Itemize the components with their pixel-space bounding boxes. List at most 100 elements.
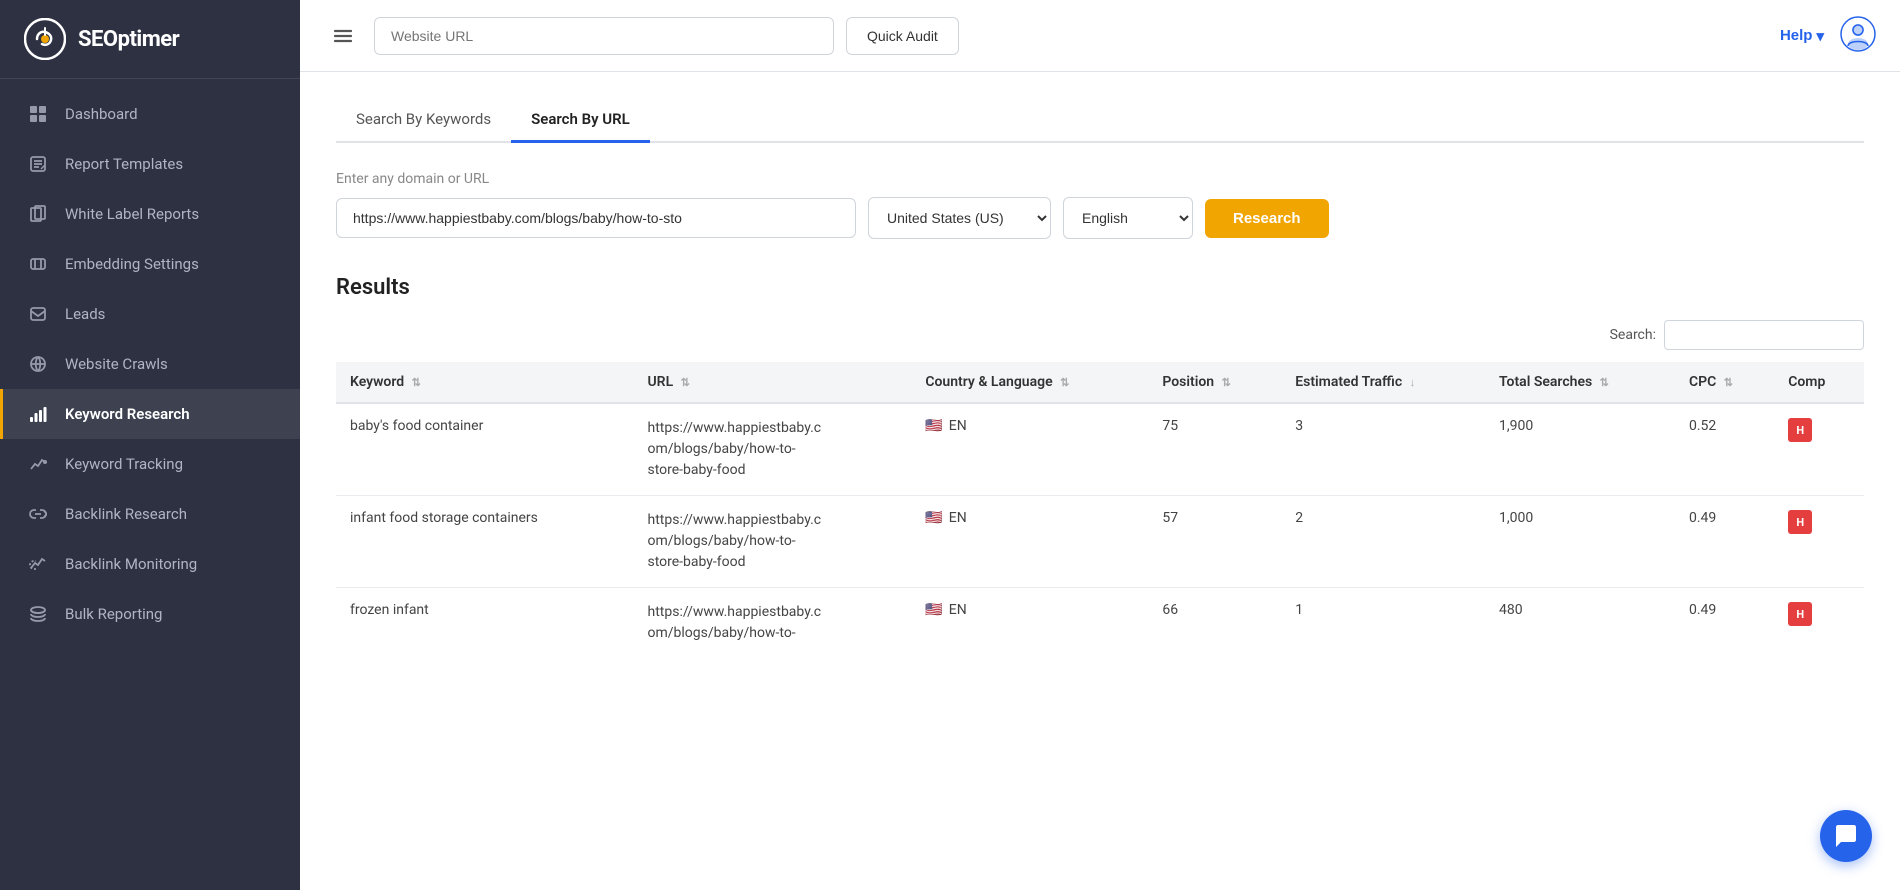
flag-icon-row0: 🇺🇸 — [925, 418, 942, 434]
cell-cpc: 0.52 — [1675, 403, 1774, 496]
topbar-url-input[interactable] — [374, 17, 834, 55]
col-header-cpc[interactable]: CPC ⇅ — [1675, 362, 1774, 403]
cell-country-language: 🇺🇸 EN — [911, 496, 1148, 588]
flag-icon-row1: 🇺🇸 — [925, 510, 942, 526]
table-search-input[interactable] — [1664, 320, 1864, 350]
sidebar-item-dashboard[interactable]: Dashboard — [0, 89, 300, 139]
tab-search-by-url[interactable]: Search By URL — [511, 100, 650, 143]
cell-total-searches: 1,900 — [1485, 403, 1675, 496]
dashboard-icon — [27, 103, 49, 125]
table-search-label: Search: — [1610, 327, 1656, 343]
quick-audit-button[interactable]: Quick Audit — [846, 17, 959, 55]
col-header-estimated-traffic[interactable]: Estimated Traffic ↓ — [1281, 362, 1485, 403]
research-button[interactable]: Research — [1205, 199, 1329, 238]
sort-icon-searches: ⇅ — [1600, 376, 1609, 389]
cell-estimated-traffic: 1 — [1281, 588, 1485, 659]
cell-position: 57 — [1148, 496, 1281, 588]
competition-badge-row2: H — [1788, 602, 1812, 626]
cell-competition: H — [1774, 496, 1864, 588]
sidebar-item-leads[interactable]: Leads — [0, 289, 300, 339]
topbar-url-input-wrap — [374, 17, 834, 55]
sidebar-label-backlink-monitoring: Backlink Monitoring — [65, 555, 197, 573]
sidebar-item-embedding-settings[interactable]: Embedding Settings — [0, 239, 300, 289]
topbar-right: Help ▾ — [1780, 16, 1876, 55]
cell-keyword: baby's food container — [336, 403, 633, 496]
backlink-monitoring-icon — [27, 553, 49, 575]
table-body: baby's food container https://www.happie… — [336, 403, 1864, 658]
sidebar-label-keyword-tracking: Keyword Tracking — [65, 455, 183, 473]
chat-icon — [1833, 823, 1859, 849]
main-area: Quick Audit Help ▾ Search By Keywords Se… — [300, 0, 1900, 890]
sidebar-label-leads: Leads — [65, 305, 105, 323]
cell-cpc: 0.49 — [1675, 496, 1774, 588]
chevron-down-icon: ▾ — [1816, 27, 1824, 45]
chat-bubble-button[interactable] — [1820, 810, 1872, 862]
search-tabs: Search By Keywords Search By URL — [336, 100, 1864, 143]
results-table: Keyword ⇅ URL ⇅ Country & Language ⇅ Pos… — [336, 362, 1864, 658]
cell-keyword: frozen infant — [336, 588, 633, 659]
sidebar-item-bulk-reporting[interactable]: Bulk Reporting — [0, 589, 300, 639]
sidebar-item-report-templates[interactable]: Report Templates — [0, 139, 300, 189]
cell-position: 66 — [1148, 588, 1281, 659]
sidebar-item-white-label-reports[interactable]: White Label Reports — [0, 189, 300, 239]
sidebar-item-website-crawls[interactable]: Website Crawls — [0, 339, 300, 389]
sort-icon-cpc: ⇅ — [1724, 376, 1733, 389]
language-select[interactable]: English Spanish French German — [1063, 197, 1193, 239]
cell-estimated-traffic: 2 — [1281, 496, 1485, 588]
col-header-keyword[interactable]: Keyword ⇅ — [336, 362, 633, 403]
page-content: Search By Keywords Search By URL Enter a… — [300, 72, 1900, 890]
sidebar-label-dashboard: Dashboard — [65, 105, 138, 123]
sidebar-logo: SEOptimer — [0, 0, 300, 79]
cell-url: https://www.happiestbaby.com/blogs/baby/… — [633, 588, 911, 659]
embedding-settings-icon — [27, 253, 49, 275]
keyword-tracking-icon — [27, 453, 49, 475]
sidebar-item-keyword-tracking[interactable]: Keyword Tracking — [0, 439, 300, 489]
cell-total-searches: 1,000 — [1485, 496, 1675, 588]
col-header-position[interactable]: Position ⇅ — [1148, 362, 1281, 403]
sidebar: SEOptimer Dashboard — [0, 0, 300, 890]
col-header-competition[interactable]: Comp — [1774, 362, 1864, 403]
sort-icon-country: ⇅ — [1060, 376, 1069, 389]
hamburger-icon — [332, 25, 354, 47]
sort-icon-keyword: ⇅ — [412, 376, 421, 389]
white-label-reports-icon — [27, 203, 49, 225]
country-select[interactable]: United States (US) United Kingdom (UK) C… — [868, 197, 1051, 239]
topbar: Quick Audit Help ▾ — [300, 0, 1900, 72]
menu-toggle-button[interactable] — [324, 17, 362, 55]
sidebar-label-keyword-research: Keyword Research — [65, 405, 190, 423]
sidebar-navigation: Dashboard Report Templates — [0, 79, 300, 890]
table-row: baby's food container https://www.happie… — [336, 403, 1864, 496]
sidebar-label-website-crawls: Website Crawls — [65, 355, 168, 373]
sort-icon-url: ⇅ — [681, 376, 690, 389]
sidebar-item-backlink-research[interactable]: Backlink Research — [0, 489, 300, 539]
user-avatar-button[interactable] — [1840, 16, 1876, 55]
cell-position: 75 — [1148, 403, 1281, 496]
cell-estimated-traffic: 3 — [1281, 403, 1485, 496]
help-label: Help — [1780, 27, 1813, 44]
cell-country-language: 🇺🇸 EN — [911, 403, 1148, 496]
table-row: frozen infant https://www.happiestbaby.c… — [336, 588, 1864, 659]
tab-search-by-keywords[interactable]: Search By Keywords — [336, 100, 511, 143]
competition-badge-row0: H — [1788, 418, 1812, 442]
help-button[interactable]: Help ▾ — [1780, 27, 1824, 45]
leads-icon — [27, 303, 49, 325]
website-crawls-icon — [27, 353, 49, 375]
col-header-country-language[interactable]: Country & Language ⇅ — [911, 362, 1148, 403]
table-row: infant food storage containers https://w… — [336, 496, 1864, 588]
bulk-reporting-icon — [27, 603, 49, 625]
search-hint: Enter any domain or URL — [336, 171, 1864, 187]
col-header-url[interactable]: URL ⇅ — [633, 362, 911, 403]
domain-url-input[interactable] — [336, 198, 856, 238]
sidebar-label-backlink-research: Backlink Research — [65, 505, 187, 523]
search-form: United States (US) United Kingdom (UK) C… — [336, 197, 1864, 239]
cell-country-language: 🇺🇸 EN — [911, 588, 1148, 659]
sidebar-label-embedding-settings: Embedding Settings — [65, 255, 199, 273]
seoptimer-logo-icon — [24, 18, 66, 60]
col-header-total-searches[interactable]: Total Searches ⇅ — [1485, 362, 1675, 403]
sidebar-label-bulk-reporting: Bulk Reporting — [65, 605, 162, 623]
sort-icon-position: ⇅ — [1222, 376, 1231, 389]
sidebar-item-backlink-monitoring[interactable]: Backlink Monitoring — [0, 539, 300, 589]
sidebar-item-keyword-research[interactable]: Keyword Research — [0, 389, 300, 439]
sidebar-label-report-templates: Report Templates — [65, 155, 183, 173]
cell-keyword: infant food storage containers — [336, 496, 633, 588]
